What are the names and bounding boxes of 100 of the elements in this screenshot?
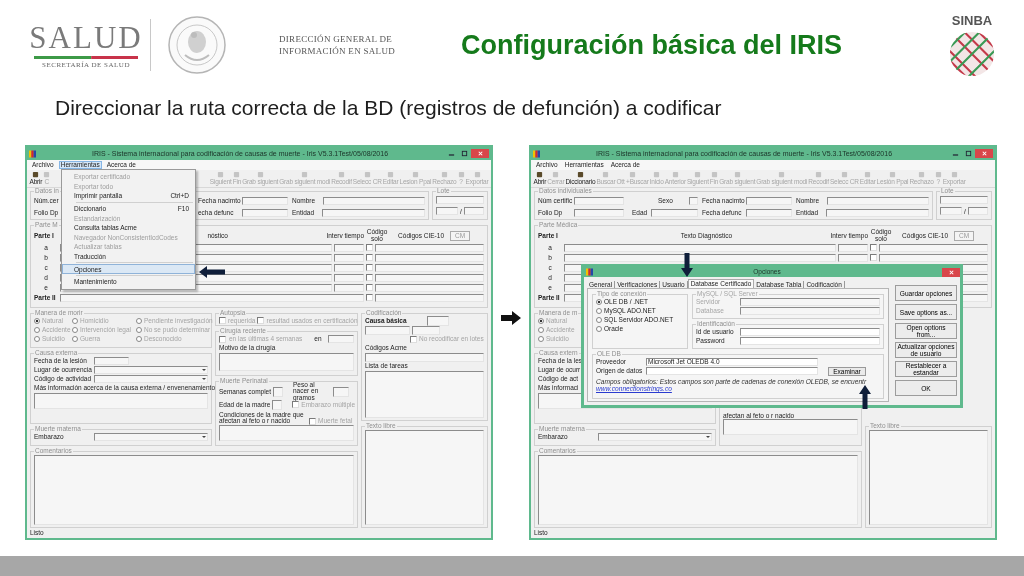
input-field[interactable] bbox=[375, 263, 484, 272]
input-field[interactable] bbox=[838, 253, 868, 262]
checkbox[interactable] bbox=[870, 244, 877, 251]
input-field[interactable] bbox=[273, 386, 283, 397]
input-field[interactable] bbox=[436, 196, 484, 205]
close-icon bbox=[980, 150, 988, 157]
radio-button[interactable] bbox=[596, 317, 602, 323]
tool-icon bbox=[918, 171, 925, 179]
input-field[interactable] bbox=[689, 196, 698, 205]
checkbox[interactable] bbox=[219, 316, 226, 324]
input-field[interactable] bbox=[436, 207, 458, 216]
tool-icon bbox=[815, 171, 823, 179]
input-field[interactable] bbox=[94, 357, 129, 365]
tool-icon bbox=[602, 171, 610, 179]
input-field[interactable] bbox=[323, 196, 425, 205]
slide-title: Configuración básica del IRIS bbox=[461, 29, 843, 61]
input-field[interactable] bbox=[334, 243, 364, 252]
brand-name: SINBA bbox=[951, 12, 993, 28]
input-field[interactable] bbox=[334, 283, 364, 292]
input-field[interactable] bbox=[651, 208, 698, 217]
input-field[interactable] bbox=[375, 283, 484, 292]
checkbox[interactable] bbox=[366, 244, 373, 251]
dropdown-field[interactable] bbox=[94, 433, 208, 441]
close-button[interactable] bbox=[975, 149, 993, 158]
radio-button[interactable] bbox=[596, 326, 602, 332]
input-field[interactable] bbox=[463, 207, 484, 216]
caret-icon bbox=[201, 434, 207, 440]
input-field[interactable] bbox=[327, 335, 354, 343]
input-field[interactable] bbox=[60, 293, 364, 302]
input-field[interactable] bbox=[365, 325, 410, 335]
tool-icon bbox=[387, 171, 395, 179]
text-area[interactable] bbox=[34, 392, 208, 409]
input-field[interactable] bbox=[940, 207, 962, 216]
input-field[interactable] bbox=[564, 243, 836, 252]
input-field[interactable] bbox=[322, 208, 425, 217]
input-field[interactable] bbox=[375, 243, 484, 252]
input-field[interactable] bbox=[375, 293, 484, 302]
text-area[interactable] bbox=[219, 424, 354, 441]
input-field[interactable] bbox=[242, 196, 288, 205]
input-field[interactable] bbox=[940, 196, 988, 205]
tool-icon bbox=[411, 171, 419, 179]
input-field[interactable] bbox=[334, 273, 364, 282]
input-field[interactable] bbox=[746, 208, 792, 217]
input-field[interactable] bbox=[272, 399, 283, 410]
close-icon bbox=[947, 268, 955, 276]
left-arrow-icon bbox=[199, 266, 225, 278]
checkbox[interactable] bbox=[219, 335, 226, 343]
input-field[interactable] bbox=[746, 196, 792, 205]
dropdown-field[interactable] bbox=[94, 375, 208, 383]
input-field[interactable] bbox=[375, 253, 484, 262]
radio-button[interactable] bbox=[596, 308, 602, 314]
radio-button[interactable] bbox=[596, 299, 602, 305]
input-field[interactable] bbox=[574, 196, 624, 205]
input-field[interactable] bbox=[574, 208, 624, 217]
input-field[interactable] bbox=[333, 386, 349, 397]
dropdown-field[interactable] bbox=[598, 433, 712, 441]
stripe-icon bbox=[34, 55, 138, 59]
close-button[interactable] bbox=[942, 267, 960, 277]
input-field[interactable] bbox=[242, 208, 288, 217]
text-area[interactable] bbox=[723, 419, 858, 435]
input-field[interactable] bbox=[967, 207, 988, 216]
input-field[interactable] bbox=[334, 253, 364, 262]
checkbox[interactable] bbox=[292, 401, 300, 408]
input-field[interactable] bbox=[740, 337, 880, 345]
input-field[interactable] bbox=[412, 325, 440, 335]
down-arrow-icon bbox=[681, 253, 693, 277]
checkbox[interactable] bbox=[870, 254, 877, 261]
checkbox[interactable] bbox=[309, 417, 316, 425]
checkbox[interactable] bbox=[366, 284, 373, 291]
checkbox[interactable] bbox=[366, 294, 373, 301]
input-field[interactable] bbox=[564, 253, 836, 262]
input-field[interactable] bbox=[375, 273, 484, 282]
checkbox[interactable] bbox=[366, 264, 373, 271]
tool-icon bbox=[840, 171, 848, 179]
input-field[interactable] bbox=[838, 243, 868, 252]
input-field[interactable] bbox=[334, 263, 364, 272]
input-field[interactable] bbox=[365, 352, 484, 362]
right-arrow-icon bbox=[501, 311, 521, 325]
input-field[interactable] bbox=[646, 367, 818, 375]
checkbox[interactable] bbox=[366, 254, 373, 261]
text-area[interactable] bbox=[219, 352, 354, 371]
dropdown-field[interactable] bbox=[94, 366, 208, 374]
input-field[interactable] bbox=[427, 316, 449, 326]
maximize-icon bbox=[964, 150, 972, 157]
text-area[interactable] bbox=[365, 370, 484, 418]
tool-icon bbox=[256, 171, 264, 179]
logo-text: SALUD bbox=[29, 21, 143, 54]
input-field[interactable] bbox=[879, 243, 988, 252]
checkbox[interactable] bbox=[410, 335, 417, 343]
input-field[interactable] bbox=[826, 208, 929, 217]
input-field[interactable] bbox=[740, 328, 880, 336]
seal-drawing bbox=[167, 15, 227, 75]
close-button[interactable] bbox=[471, 149, 489, 158]
tool-icon bbox=[733, 171, 741, 179]
input-field[interactable] bbox=[827, 196, 929, 205]
tool-icon bbox=[864, 171, 872, 179]
checkbox[interactable] bbox=[366, 274, 373, 281]
input-field[interactable] bbox=[879, 253, 988, 262]
tool-icon bbox=[301, 171, 309, 179]
checkbox[interactable] bbox=[257, 316, 265, 324]
